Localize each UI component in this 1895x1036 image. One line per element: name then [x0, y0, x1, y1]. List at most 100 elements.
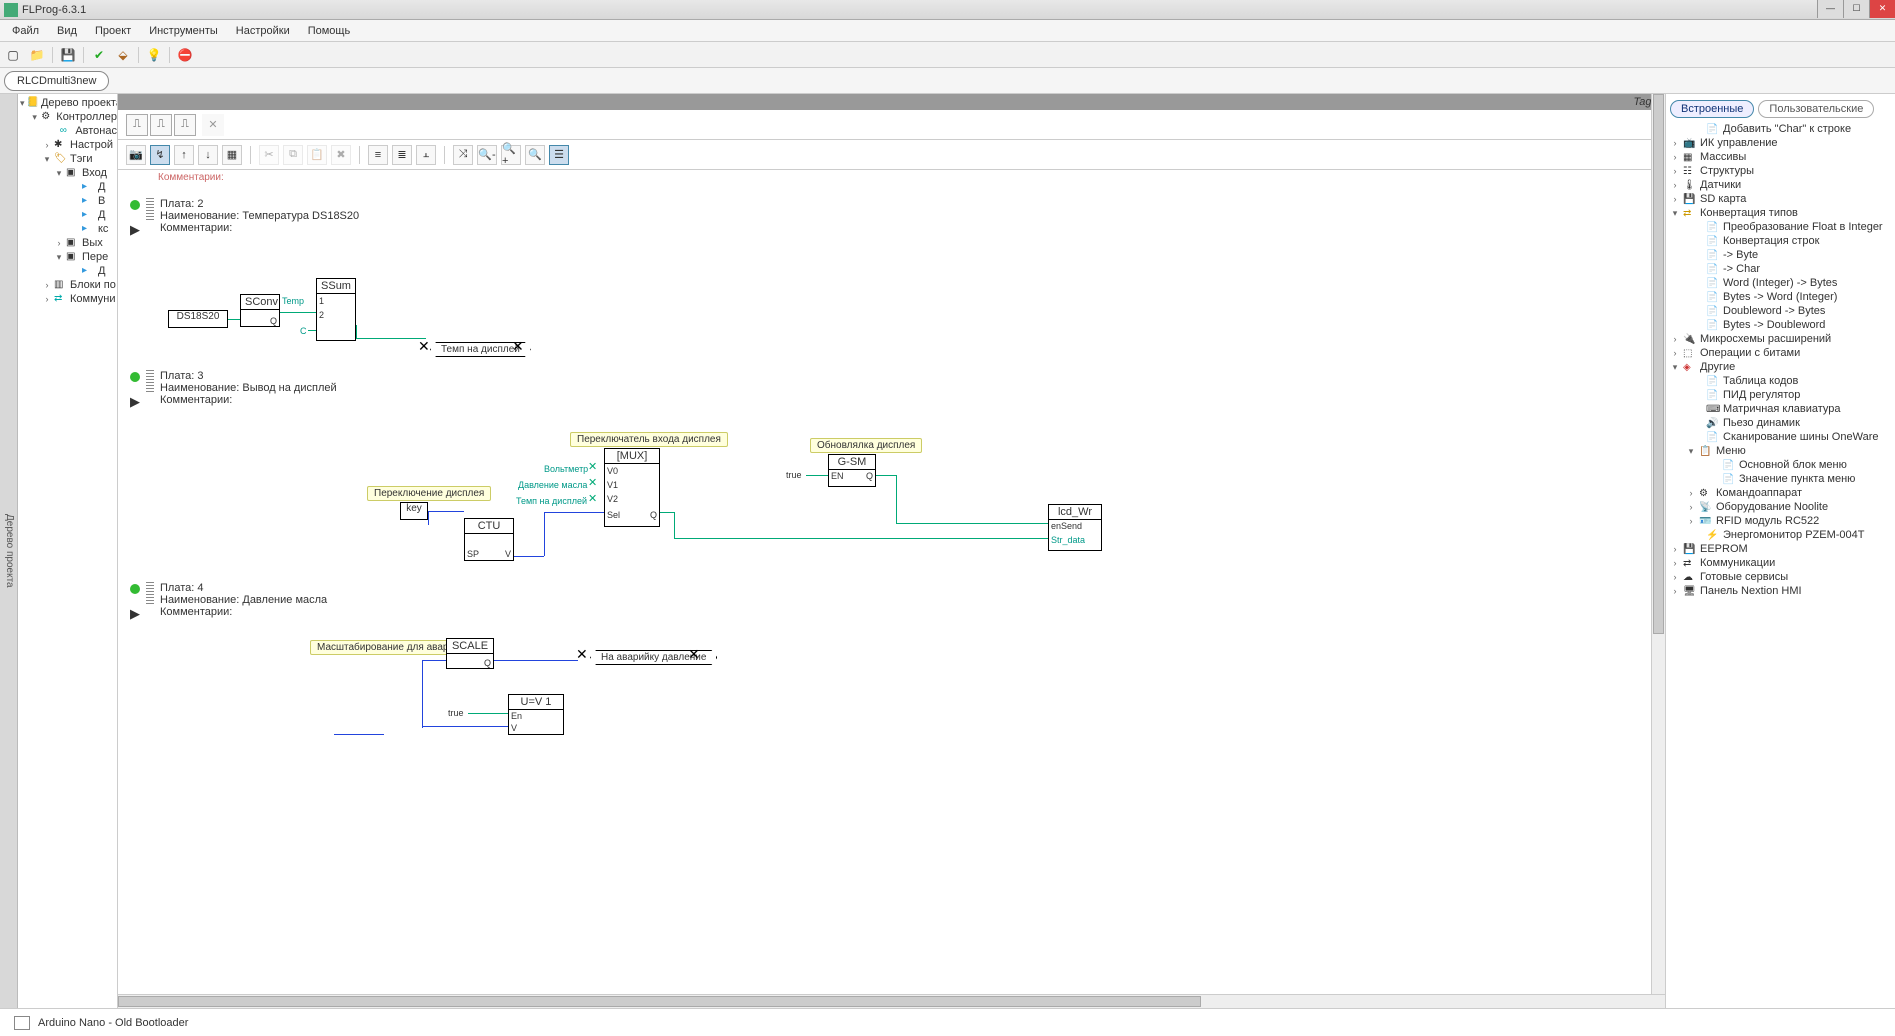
lib-eeprom[interactable]: EEPROM: [1700, 543, 1748, 555]
tree-root[interactable]: Дерево проекта: [41, 97, 118, 109]
arrow-up-icon[interactable]: ↑: [174, 145, 194, 165]
lib-chips[interactable]: Микросхемы расширений: [1700, 333, 1831, 345]
tree-settings[interactable]: Настрой: [70, 139, 113, 151]
tree-d2[interactable]: Д: [98, 209, 105, 221]
block-ctu[interactable]: CTU SP V: [464, 518, 514, 561]
library-tree[interactable]: 📄Добавить "Char" к строке ›📺ИК управлени…: [1666, 120, 1895, 1008]
scroll-thumb[interactable]: [1653, 94, 1664, 634]
lib-srv[interactable]: Готовые сервисы: [1700, 571, 1788, 583]
tree-tags[interactable]: Тэги: [70, 153, 93, 165]
lib-mblock[interactable]: Основной блок меню: [1739, 459, 1847, 471]
lib-dwb[interactable]: Doubleword -> Bytes: [1723, 305, 1825, 317]
block-gsm[interactable]: G-SM EN Q: [828, 454, 876, 487]
lib-mk[interactable]: Матричная клавиатура: [1723, 403, 1841, 415]
check-icon[interactable]: ✔: [90, 46, 108, 64]
lib-bits[interactable]: Операции с битами: [1700, 347, 1800, 359]
expand-arrow-icon[interactable]: ▶: [130, 606, 140, 622]
menu-help[interactable]: Помощь: [300, 22, 359, 40]
lib-menu[interactable]: Меню: [1716, 445, 1746, 457]
project-tab[interactable]: RLCDmulti3new: [4, 71, 109, 91]
lib-comm[interactable]: Коммуникации: [1700, 557, 1775, 569]
new-icon[interactable]: ▢: [4, 46, 22, 64]
lib-noo[interactable]: Оборудование Noolite: [1716, 501, 1828, 513]
menu-project[interactable]: Проект: [87, 22, 139, 40]
diagram-canvas[interactable]: Комментарии: Плата: 2 Наименование: Темп…: [118, 170, 1665, 1008]
lib-rfid[interactable]: RFID модуль RC522: [1716, 515, 1819, 527]
block-ssum[interactable]: SSum 1 2: [316, 278, 356, 341]
board-tab-2[interactable]: ⎍: [150, 114, 172, 136]
lib-sd[interactable]: SD карта: [1700, 193, 1746, 205]
maximize-button[interactable]: ☐: [1843, 0, 1869, 18]
snapshot-icon[interactable]: 📷: [126, 145, 146, 165]
lib-cmd[interactable]: Командоаппарат: [1716, 487, 1802, 499]
board-tab-3[interactable]: ⎍: [174, 114, 196, 136]
lib-arr[interactable]: Массивы: [1700, 151, 1746, 163]
lib-nex[interactable]: Панель Nextion HMI: [1700, 585, 1802, 597]
lib-sens[interactable]: Датчики: [1700, 179, 1741, 191]
tree-in[interactable]: Вход: [82, 167, 107, 179]
lib-wib[interactable]: Word (Integer) -> Bytes: [1723, 277, 1837, 289]
link-icon[interactable]: ⤨: [453, 145, 473, 165]
tree-controller[interactable]: Контроллер: [56, 111, 117, 123]
copy-icon[interactable]: ⧉: [283, 145, 303, 165]
lib-ik[interactable]: ИК управление: [1700, 137, 1778, 149]
lib-bdw[interactable]: Bytes -> Doubleword: [1723, 319, 1825, 331]
tree-out[interactable]: Вых: [82, 237, 103, 249]
block-ds18s20[interactable]: DS18S20: [168, 310, 228, 328]
cut-icon[interactable]: ✂: [259, 145, 279, 165]
comment-peredisp[interactable]: Переключение дисплея: [367, 486, 491, 501]
arrow-down-icon[interactable]: ↓: [198, 145, 218, 165]
tree-comm[interactable]: Коммуни: [70, 293, 116, 305]
scroll-thumb[interactable]: [118, 996, 1201, 1007]
lib-bwi[interactable]: Bytes -> Word (Integer): [1723, 291, 1837, 303]
grip-icon[interactable]: [146, 582, 154, 604]
vertical-scrollbar[interactable]: [1651, 94, 1665, 994]
grip-icon[interactable]: [146, 370, 154, 392]
tree-blocks[interactable]: Блоки по: [70, 279, 116, 291]
menu-settings[interactable]: Настройки: [228, 22, 298, 40]
project-tree[interactable]: ▾📒Дерево проекта ▾⚙Контроллер ∞Автонас ›…: [18, 94, 117, 308]
align2-icon[interactable]: ≣: [392, 145, 412, 165]
grid-icon[interactable]: ▦: [222, 145, 242, 165]
select-icon[interactable]: ↯: [150, 145, 170, 165]
board-tab-1[interactable]: ⎍: [126, 114, 148, 136]
tree-d1[interactable]: Д: [98, 181, 105, 193]
paste-icon[interactable]: 📋: [307, 145, 327, 165]
align1-icon[interactable]: ≡: [368, 145, 388, 165]
menu-file[interactable]: Файл: [4, 22, 47, 40]
block-uv1[interactable]: U=V 1 En V: [508, 694, 564, 735]
tree-auto[interactable]: Автонас: [75, 125, 117, 137]
save-icon[interactable]: 💾: [59, 46, 77, 64]
tree-pere[interactable]: Пере: [82, 251, 108, 263]
zoom-fit-icon[interactable]: 🔍: [525, 145, 545, 165]
lib-addchar[interactable]: Добавить "Char" к строке: [1723, 123, 1851, 135]
lib-mval[interactable]: Значение пункта меню: [1739, 473, 1855, 485]
horizontal-scrollbar[interactable]: [118, 994, 1665, 1008]
lib-struct[interactable]: Структуры: [1700, 165, 1754, 177]
block-mux[interactable]: [MUX] V0 V1 V2 Sel Q: [604, 448, 660, 527]
lib-ow[interactable]: Сканирование шины OneWare: [1723, 431, 1878, 443]
tree-kc[interactable]: кс: [98, 223, 108, 235]
overview-icon[interactable]: ☰: [549, 145, 569, 165]
comment-obn[interactable]: Обновлялка дисплея: [810, 438, 922, 453]
stop-icon[interactable]: ⛔: [176, 46, 194, 64]
expand-arrow-icon[interactable]: ▶: [130, 222, 140, 238]
close-tab-icon[interactable]: ✕: [202, 114, 224, 136]
block-key[interactable]: key: [400, 502, 428, 520]
hint-icon[interactable]: 💡: [145, 46, 163, 64]
block-lcdwr[interactable]: lcd_Wr enSend Str_data: [1048, 504, 1102, 551]
compile-icon[interactable]: ⬙: [114, 46, 132, 64]
delete-icon[interactable]: ✖: [331, 145, 351, 165]
expand-arrow-icon[interactable]: ▶: [130, 394, 140, 410]
lib-pzem[interactable]: Энергомонитор PZEM-004T: [1723, 529, 1865, 541]
menu-view[interactable]: Вид: [49, 22, 85, 40]
lib-other[interactable]: Другие: [1700, 361, 1735, 373]
lib-pid[interactable]: ПИД регулятор: [1723, 389, 1800, 401]
minimize-button[interactable]: —: [1817, 0, 1843, 18]
menu-tools[interactable]: Инструменты: [141, 22, 226, 40]
lib-tb[interactable]: -> Byte: [1723, 249, 1758, 261]
tree-d3[interactable]: Д: [98, 265, 105, 277]
tags-bar[interactable]: Tags: [118, 94, 1665, 110]
zoom-in-icon[interactable]: 🔍+: [501, 145, 521, 165]
block-scale[interactable]: SCALE Q: [446, 638, 494, 669]
